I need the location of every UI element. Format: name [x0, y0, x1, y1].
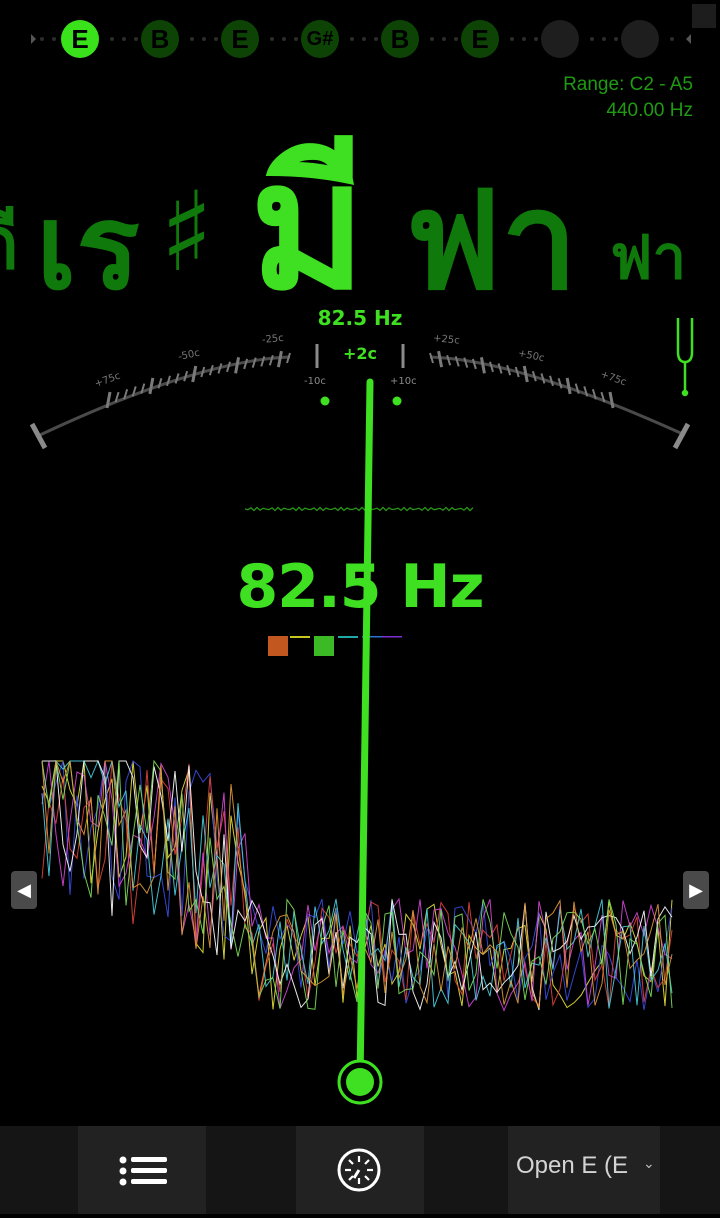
string-button-6[interactable]: E	[461, 20, 499, 58]
string-button-2[interactable]: B	[141, 20, 179, 58]
separator-dot	[40, 37, 44, 41]
tuner-mode-button[interactable]	[296, 1126, 424, 1214]
string-button-8[interactable]	[621, 20, 659, 58]
meter-tick	[446, 354, 452, 366]
label-minus25: -25c	[261, 333, 284, 346]
separator-dot	[270, 37, 274, 41]
meter-tick	[471, 358, 477, 370]
separator-dot	[430, 37, 434, 41]
string-selector: E B E G# B E	[0, 0, 720, 80]
separator-dot	[590, 37, 594, 41]
separator-dot	[670, 37, 674, 41]
label-minus50: -50c	[177, 348, 201, 363]
separator-dot	[350, 37, 354, 41]
meter-tick	[437, 350, 444, 368]
list-icon	[119, 1156, 167, 1186]
string-button-5[interactable]: B	[381, 20, 419, 58]
label-plus50: +50c	[517, 348, 545, 364]
separator-dot	[522, 37, 526, 41]
separator-dot	[214, 37, 218, 41]
tuning-needle	[337, 378, 383, 1105]
separator-dot	[362, 37, 366, 41]
separator-dot	[510, 37, 514, 41]
string-label: E	[71, 23, 89, 54]
tuner-dial-icon	[337, 1148, 381, 1192]
separator-dot	[134, 37, 138, 41]
string-label: G#	[306, 27, 334, 50]
scroll-left-icon	[31, 34, 36, 44]
separator-dot	[52, 37, 56, 41]
separator-dot	[614, 37, 618, 41]
needle-line	[356, 378, 374, 1086]
chevron-down-icon: ⌄	[643, 1156, 655, 1172]
list-button[interactable]	[78, 1126, 206, 1214]
note-strip: ดี เร ♯ มี ฟา ฟา	[0, 90, 720, 329]
note-sharp: ♯	[160, 168, 214, 296]
string-button-3[interactable]: E	[221, 20, 259, 58]
preset-label: Open E (E	[516, 1152, 629, 1179]
string-label: B	[150, 23, 170, 54]
separator-dot	[454, 37, 458, 41]
separator-dot	[202, 37, 206, 41]
separator-dot	[122, 37, 126, 41]
separator-dot	[190, 37, 194, 41]
note-far-left: ดี	[0, 185, 19, 300]
separator-dot	[374, 37, 378, 41]
string-label: E	[471, 23, 489, 54]
scroll-right-icon	[686, 34, 691, 44]
note-far-right: ฟา	[610, 223, 687, 293]
string-button-1[interactable]: E	[61, 20, 99, 58]
string-label: B	[390, 23, 410, 54]
separator-dot	[282, 37, 286, 41]
label-plus25: +25c	[433, 333, 461, 347]
meter-tick	[243, 358, 249, 370]
string-label: E	[231, 23, 249, 54]
separator-dot	[442, 37, 446, 41]
meter-tick	[276, 350, 283, 368]
string-button-7[interactable]	[541, 20, 579, 58]
bottom-toolbar: Open E (E	[0, 1126, 720, 1214]
separator-dot	[110, 37, 114, 41]
string-button-4[interactable]: G#	[301, 20, 339, 58]
menu-corner-icon[interactable]	[692, 4, 716, 28]
separator-dot	[602, 37, 606, 41]
meter-tick	[268, 354, 274, 366]
needle-pivot	[346, 1068, 374, 1096]
separator-dot	[294, 37, 298, 41]
separator-dot	[534, 37, 538, 41]
